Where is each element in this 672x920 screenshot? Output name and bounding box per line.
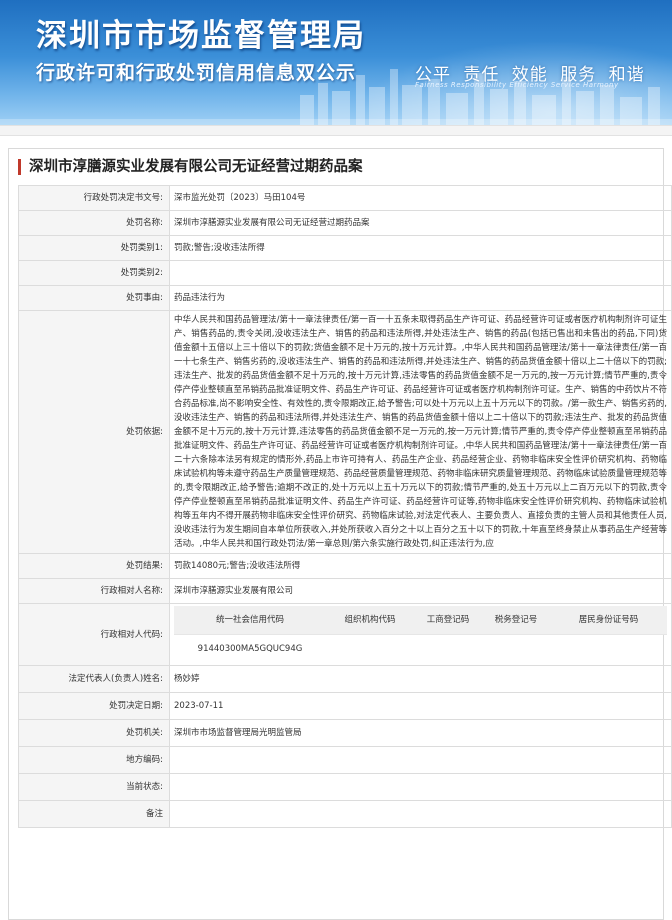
label-penalty-authority: 处罚机关: xyxy=(18,719,170,747)
value-credit-code: 91440300MA5GQUC94G xyxy=(197,644,303,654)
value-decision-date: 2023-07-11 xyxy=(169,692,672,720)
row-remarks: 备注 xyxy=(18,800,672,828)
label-penalty-reason: 处罚事由: xyxy=(18,285,170,311)
header-id-number: 居民身份证号码 xyxy=(550,606,667,635)
row-legal-representative: 法定代表人(负责人)姓名: 杨妙婷 xyxy=(18,665,672,693)
label-current-status: 当前状态: xyxy=(18,773,170,801)
value-remarks xyxy=(169,800,672,828)
value-penalty-basis: 中华人民共和国药品管理法/第十一章法律责任/第一百一十五条未取得药品生产许可证、… xyxy=(169,310,672,554)
row-penalty-result: 处罚结果: 罚款14080元;警告;没收违法所得 xyxy=(18,553,672,579)
row-current-status: 当前状态: xyxy=(18,773,672,801)
header-tax-reg-number: 税务登记号 xyxy=(482,606,550,635)
value-penalty-authority: 深圳市市场监督管理局光明监管局 xyxy=(169,719,672,747)
header-org-code: 组织机构代码 xyxy=(326,606,414,635)
value-org-code xyxy=(326,635,414,664)
party-codes-header: 统一社会信用代码 组织机构代码 工商登记码 税务登记号 居民身份证号码 xyxy=(174,606,667,635)
divider xyxy=(0,125,672,136)
row-party-codes: 行政相对人代码: 统一社会信用代码 组织机构代码 工商登记码 税务登记号 居民身… xyxy=(18,603,672,666)
site-title: 深圳市市场监督管理局 xyxy=(36,18,366,54)
label-remarks: 备注 xyxy=(18,800,170,828)
row-local-code: 地方编码: xyxy=(18,746,672,774)
content-panel: 深圳市淳膳源实业发展有限公司无证经营过期药品案 行政处罚决定书文号: 深市监光处… xyxy=(8,148,672,920)
party-codes-table: 统一社会信用代码 组织机构代码 工商登记码 税务登记号 居民身份证号码 9144… xyxy=(174,606,667,663)
label-local-code: 地方编码: xyxy=(18,746,170,774)
value-business-reg-code xyxy=(414,635,482,664)
value-legal-representative: 杨妙婷 xyxy=(169,665,672,693)
value-current-status xyxy=(169,773,672,801)
row-penalty-basis: 处罚依据: 中华人民共和国药品管理法/第十一章法律责任/第一百一十五条未取得药品… xyxy=(18,310,672,554)
label-party-codes: 行政相对人代码: xyxy=(18,603,170,666)
label-legal-representative: 法定代表人(负责人)姓名: xyxy=(18,665,170,693)
value-local-code xyxy=(169,746,672,774)
row-party-name: 行政相对人名称: 深圳市淳膳源实业发展有限公司 xyxy=(18,578,672,604)
row-document-number: 行政处罚决定书文号: 深市监光处罚〔2023〕马田104号 xyxy=(18,185,672,211)
label-party-name: 行政相对人名称: xyxy=(18,578,170,604)
label-penalty-result: 处罚结果: xyxy=(18,553,170,579)
row-penalty-reason: 处罚事由: 药品违法行为 xyxy=(18,285,672,311)
case-title: 深圳市淳膳源实业发展有限公司无证经营过期药品案 xyxy=(18,159,654,175)
value-penalty-result: 罚款14080元;警告;没收违法所得 xyxy=(169,553,672,579)
party-codes-values: 91440300MA5GQUC94G xyxy=(174,635,667,664)
value-penalty-reason: 药品违法行为 xyxy=(169,285,672,311)
site-subtitle: 行政许可和行政处罚信用信息双公示 xyxy=(36,62,357,84)
value-penalty-name: 深圳市淳膳源实业发展有限公司无证经营过期药品案 xyxy=(169,210,672,236)
value-document-number: 深市监光处罚〔2023〕马田104号 xyxy=(169,185,672,211)
label-penalty-type-1: 处罚类别1: xyxy=(18,235,170,261)
row-penalty-authority: 处罚机关: 深圳市市场监督管理局光明监管局 xyxy=(18,719,672,747)
label-penalty-type-2: 处罚类别2: xyxy=(18,260,170,286)
value-tax-reg-number xyxy=(482,635,550,664)
value-penalty-type-2 xyxy=(169,260,672,286)
label-penalty-name: 处罚名称: xyxy=(18,210,170,236)
header-credit-code: 统一社会信用代码 xyxy=(174,606,326,635)
value-penalty-type-1: 罚款;警告;没收违法所得 xyxy=(169,235,672,261)
label-penalty-basis: 处罚依据: xyxy=(18,310,170,554)
row-penalty-type-1: 处罚类别1: 罚款;警告;没收违法所得 xyxy=(18,235,672,261)
label-decision-date: 处罚决定日期: xyxy=(18,692,170,720)
slogan-english: Fairness Responsibility Efficiency Servi… xyxy=(415,81,619,89)
row-penalty-name: 处罚名称: 深圳市淳膳源实业发展有限公司无证经营过期药品案 xyxy=(18,210,672,236)
value-party-name: 深圳市淳膳源实业发展有限公司 xyxy=(169,578,672,604)
value-id-number xyxy=(550,635,667,664)
penalty-info-table: 行政处罚决定书文号: 深市监光处罚〔2023〕马田104号 处罚名称: 深圳市淳… xyxy=(18,185,672,828)
row-penalty-type-2: 处罚类别2: xyxy=(18,260,672,286)
row-decision-date: 处罚决定日期: 2023-07-11 xyxy=(18,692,672,720)
label-document-number: 行政处罚决定书文号: xyxy=(18,185,170,211)
header-banner: 深圳市市场监督管理局 行政许可和行政处罚信用信息双公示 公平 责任 效能 服务 … xyxy=(0,0,672,125)
header-business-reg-code: 工商登记码 xyxy=(414,606,482,635)
